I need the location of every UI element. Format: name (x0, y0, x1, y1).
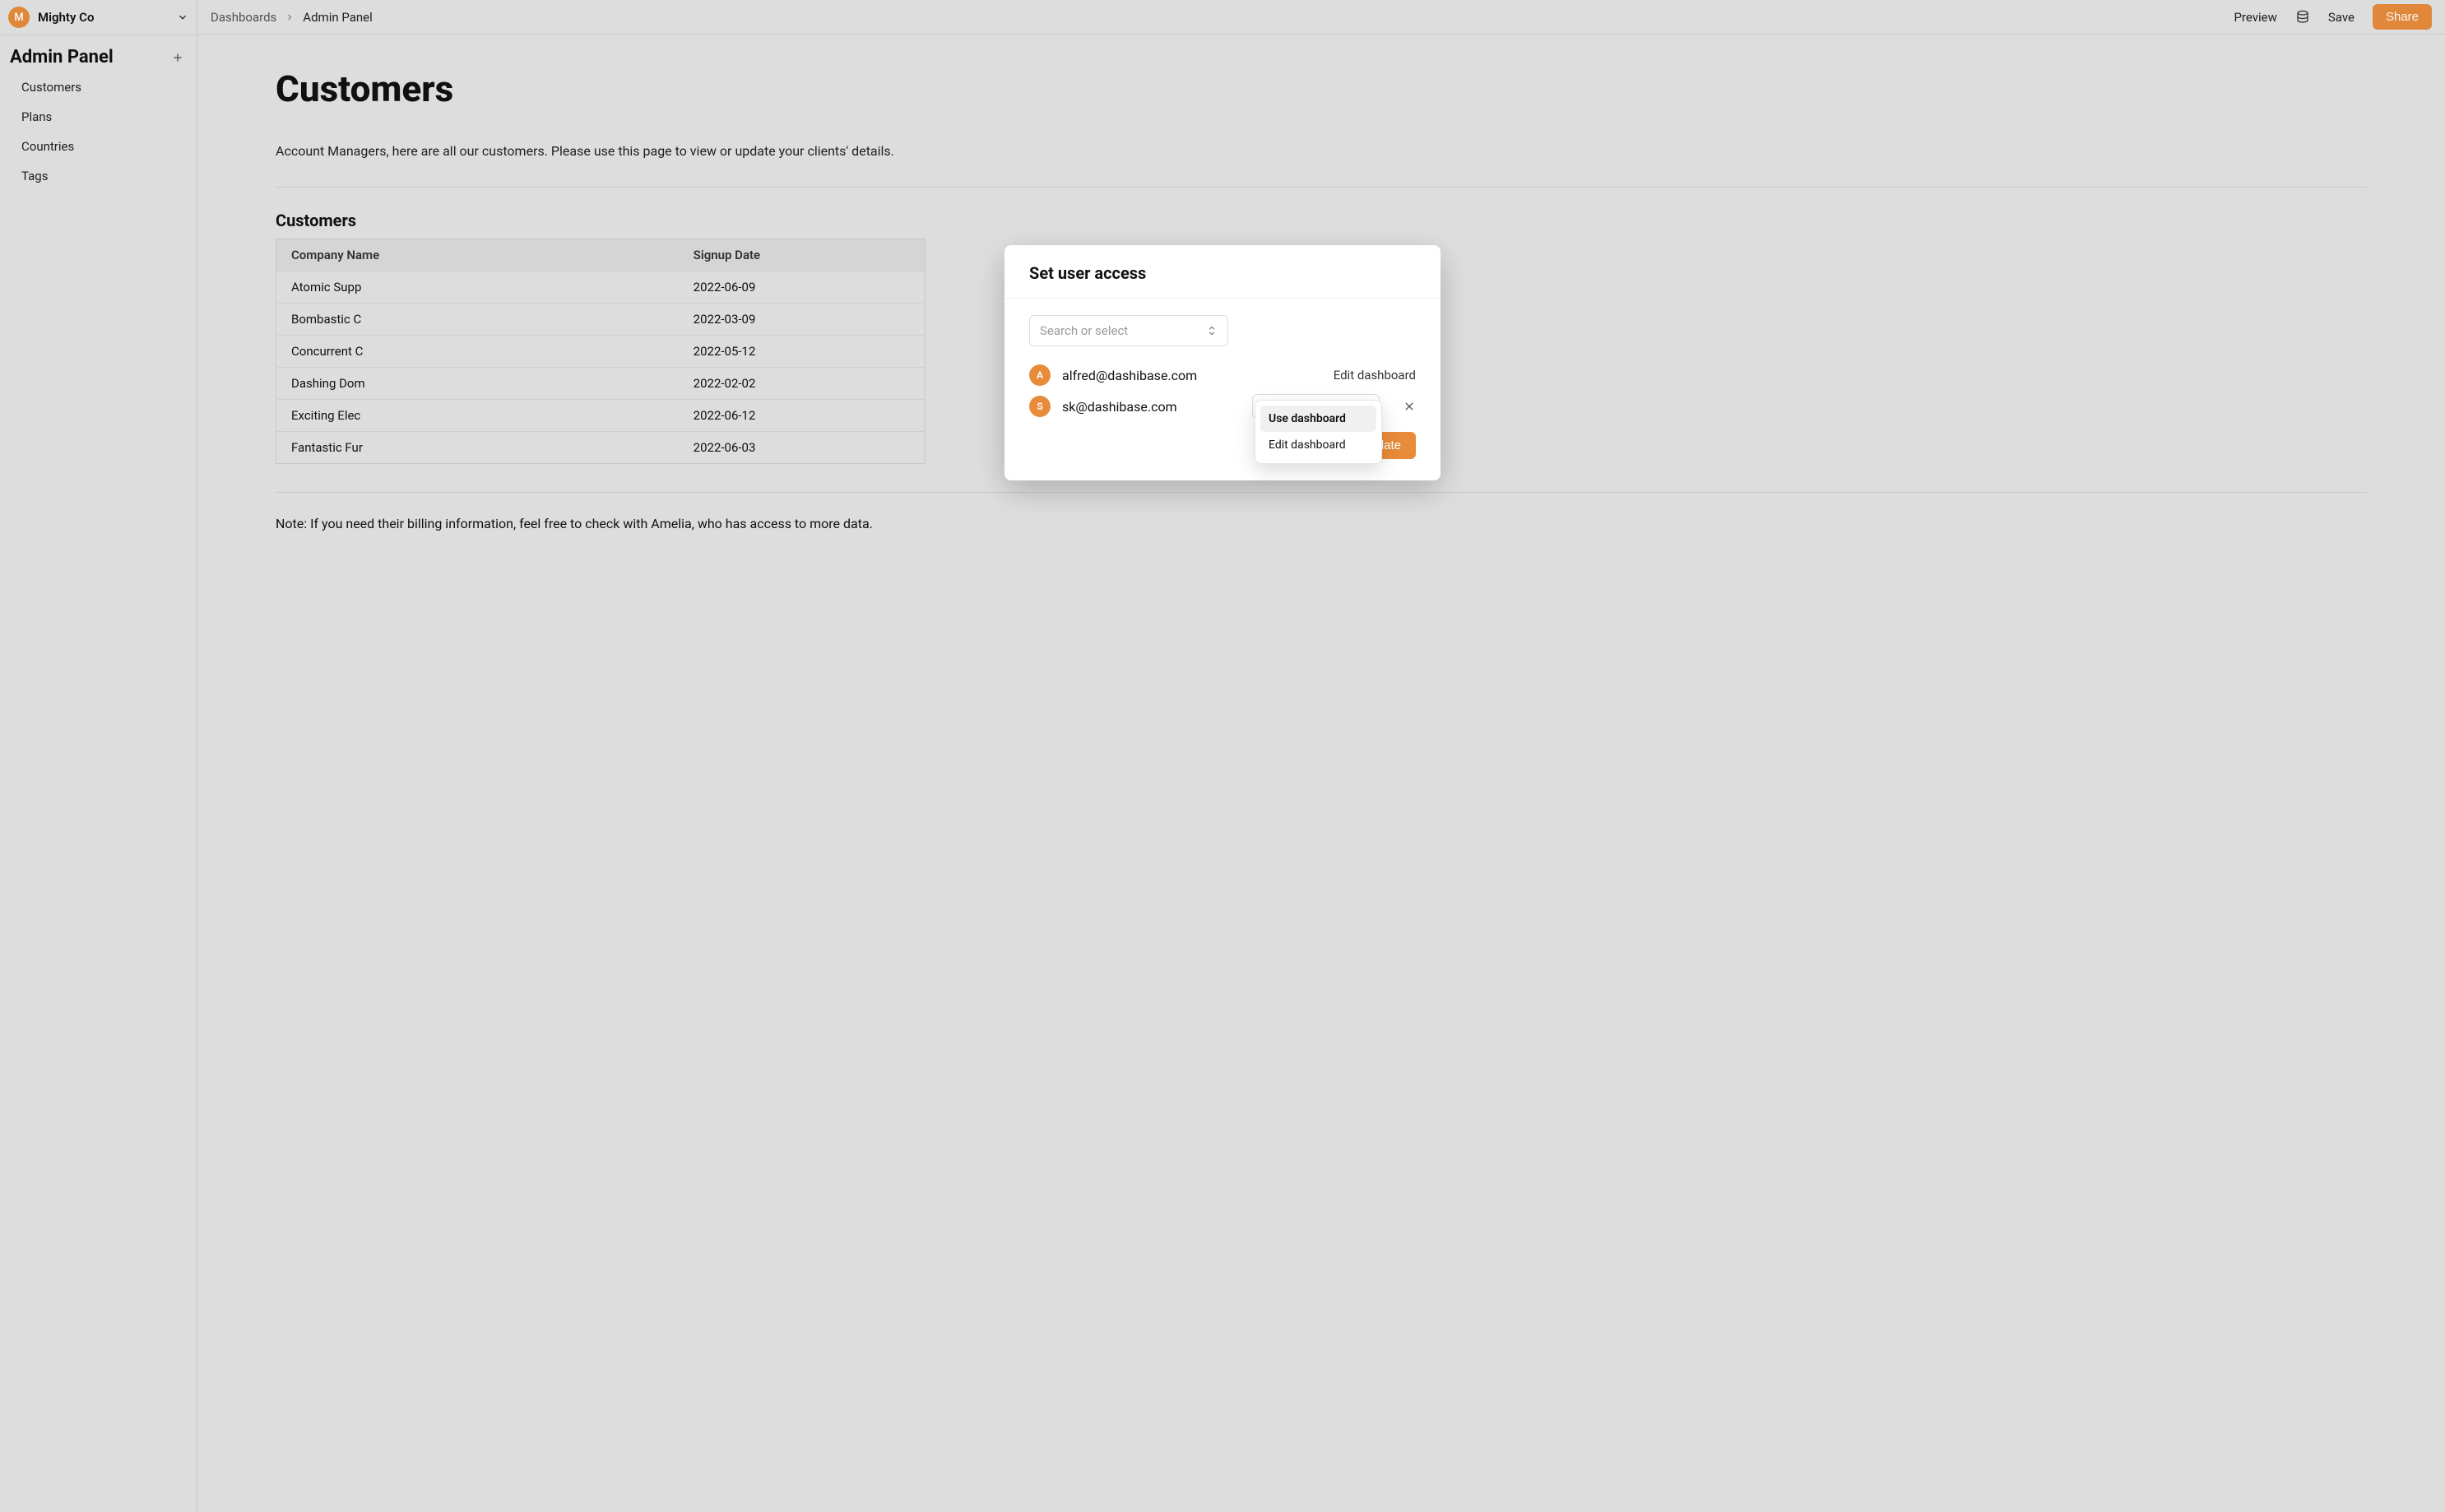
cell-date: 2022-02-02 (679, 368, 926, 400)
add-page-button[interactable] (169, 49, 187, 67)
divider (276, 492, 2367, 493)
search-placeholder: Search or select (1040, 323, 1128, 338)
cell-company: Atomic Supp (276, 271, 679, 304)
save-button[interactable]: Save (2328, 10, 2355, 25)
col-signup[interactable]: Signup Date (679, 239, 926, 271)
share-button[interactable]: Share (2373, 4, 2432, 30)
sidebar: M Mighty Co Admin Panel Customers Plans … (0, 0, 197, 1512)
chevron-down-icon (177, 12, 188, 23)
table-row[interactable]: Bombastic C2022-03-09 (276, 304, 926, 336)
workspace-name: Mighty Co (38, 10, 169, 25)
cell-date: 2022-06-12 (679, 400, 926, 432)
user-search-select[interactable]: Search or select (1029, 315, 1228, 346)
remove-user-icon[interactable] (1403, 400, 1416, 413)
user-avatar: S (1029, 396, 1051, 417)
database-icon[interactable] (2295, 10, 2310, 25)
customers-table: Company Name Signup Date Atomic Supp2022… (276, 239, 926, 464)
sidebar-item-customers[interactable]: Customers (10, 72, 187, 102)
cell-date: 2022-06-09 (679, 271, 926, 304)
table-row[interactable]: Fantastic Fur2022-06-03 (276, 432, 926, 464)
divider (276, 187, 2367, 188)
page-title: Customers (276, 67, 2367, 110)
cell-company: Exciting Elec (276, 400, 679, 432)
section-heading: Customers (276, 211, 2367, 230)
cell-company: Fantastic Fur (276, 432, 679, 464)
sidebar-item-tags[interactable]: Tags (10, 161, 187, 191)
cell-date: 2022-03-09 (679, 304, 926, 336)
role-dropdown: Use dashboard Edit dashboard (1255, 400, 1382, 464)
main-area: Dashboards Admin Panel Preview Save Shar… (197, 0, 2445, 1512)
cell-company: Dashing Dom (276, 368, 679, 400)
breadcrumb-root[interactable]: Dashboards (211, 10, 276, 25)
page-note: Note: If you need their billing informat… (276, 516, 2367, 531)
preview-button[interactable]: Preview (2234, 10, 2276, 25)
cell-date: 2022-05-12 (679, 336, 926, 368)
user-email: sk@dashibase.com (1062, 399, 1241, 415)
cell-company: Concurrent C (276, 336, 679, 368)
breadcrumb: Dashboards Admin Panel (211, 10, 2224, 25)
sidebar-item-countries[interactable]: Countries (10, 132, 187, 161)
user-email: alfred@dashibase.com (1062, 368, 1322, 383)
workspace-switcher[interactable]: M Mighty Co (0, 0, 197, 35)
user-avatar: A (1029, 364, 1051, 386)
chevron-right-icon (285, 12, 295, 22)
cell-date: 2022-06-03 (679, 432, 926, 464)
page-intro: Account Managers, here are all our custo… (276, 143, 2367, 159)
plus-icon (171, 51, 184, 64)
table-row[interactable]: Concurrent C2022-05-12 (276, 336, 926, 368)
breadcrumb-current: Admin Panel (303, 10, 372, 25)
table-row[interactable]: Atomic Supp2022-06-09 (276, 271, 926, 304)
dropdown-option-use[interactable]: Use dashboard (1260, 406, 1376, 432)
user-row: A alfred@dashibase.com Edit dashboard (1029, 361, 1416, 389)
select-caret-icon (1206, 325, 1218, 336)
workspace-avatar: M (8, 7, 30, 28)
sidebar-item-plans[interactable]: Plans (10, 102, 187, 132)
topbar: Dashboards Admin Panel Preview Save Shar… (197, 0, 2445, 35)
sidebar-title: Admin Panel (10, 47, 114, 67)
dropdown-option-edit[interactable]: Edit dashboard (1260, 432, 1376, 458)
table-row[interactable]: Dashing Dom2022-02-02 (276, 368, 926, 400)
col-company[interactable]: Company Name (276, 239, 679, 271)
user-role-label[interactable]: Edit dashboard (1334, 368, 1416, 383)
cell-company: Bombastic C (276, 304, 679, 336)
table-row[interactable]: Exciting Elec2022-06-12 (276, 400, 926, 432)
user-access-modal: Set user access Search or select A alfre… (1004, 245, 1441, 480)
modal-title: Set user access (1029, 263, 1416, 283)
